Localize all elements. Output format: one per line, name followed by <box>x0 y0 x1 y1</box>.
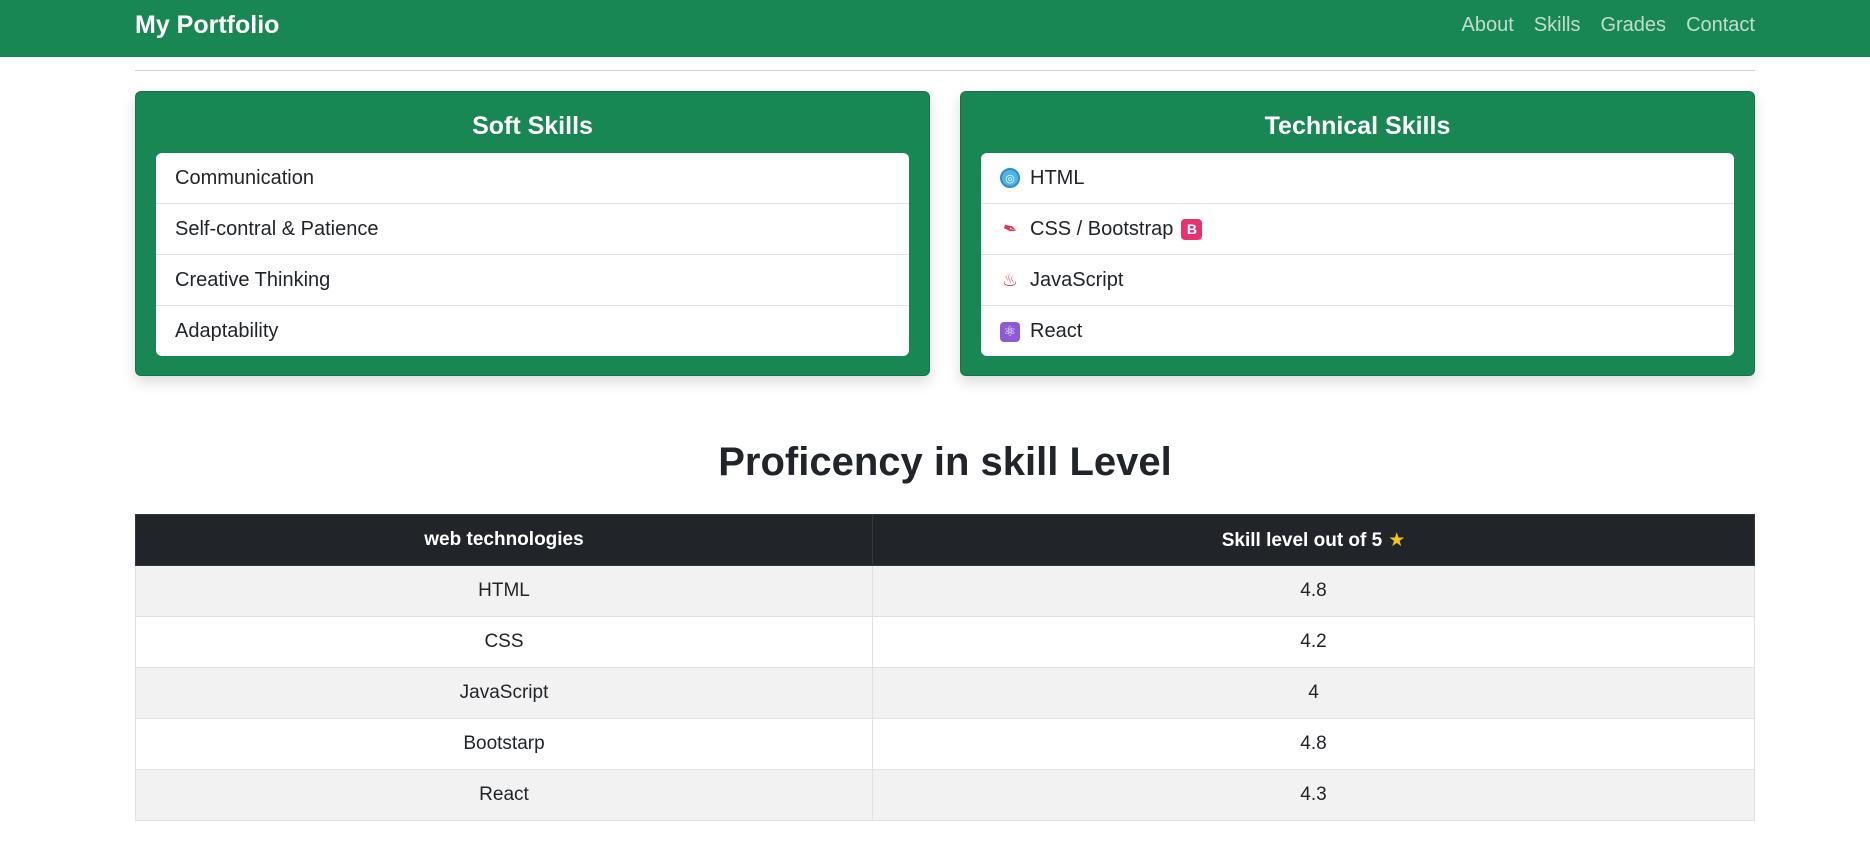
tech-skill-item: ⚛ React <box>981 306 1734 356</box>
tech-skill-label: HTML <box>1030 166 1085 189</box>
tech-skill-label: CSS / Bootstrap <box>1030 217 1174 240</box>
technology-cell: JavaScript <box>135 667 873 719</box>
nav-link-grades[interactable]: Grades <box>1600 14 1666 37</box>
table-row: JavaScript 4 <box>135 667 1755 719</box>
proficiency-title: Proficency in skill Level <box>718 440 1172 484</box>
paintbrush-icon: ✒ <box>999 216 1021 241</box>
tech-skill-label: React <box>1030 320 1083 342</box>
skill-level-cell: 4.2 <box>872 616 1755 668</box>
nav-links: About Skills Grades Contact <box>1462 0 1755 50</box>
star-icon: ★ <box>1388 529 1406 551</box>
technical-skills-card: Technical Skills ◎ HTML ✒ CSS / Bootstra… <box>960 91 1755 376</box>
soft-skills-title: Soft Skills <box>472 112 593 140</box>
tech-skill-item: ♨ JavaScript <box>981 255 1734 306</box>
soft-skills-card: Soft Skills Communication Self-contral &… <box>135 91 930 376</box>
technology-cell: HTML <box>135 565 873 617</box>
nav-link-contact[interactable]: Contact <box>1686 14 1755 37</box>
section-divider <box>135 70 1755 71</box>
table-row: HTML 4.8 <box>135 565 1755 617</box>
nav-link-skills[interactable]: Skills <box>1534 14 1581 37</box>
soft-skill-item: Adaptability <box>156 306 909 356</box>
skill-level-cell: 4.3 <box>872 769 1755 821</box>
skill-level-cell: 4.8 <box>872 718 1755 770</box>
technology-cell: CSS <box>135 616 873 668</box>
tech-skill-item: ✒ CSS / Bootstrap B <box>981 204 1734 255</box>
soft-skill-label: Communication <box>175 166 314 189</box>
table-row: React 4.3 <box>135 769 1755 821</box>
technical-skills-title: Technical Skills <box>1264 112 1451 140</box>
table-row: Bootstarp 4.8 <box>135 718 1755 770</box>
hot-springs-icon: ♨ <box>1001 269 1019 290</box>
table-row: CSS 4.2 <box>135 616 1755 668</box>
technical-skills-list: ◎ HTML ✒ CSS / Bootstrap B ♨ JavaScript … <box>981 153 1734 356</box>
soft-skill-item: Creative Thinking <box>156 255 909 306</box>
tech-skill-item: ◎ HTML <box>981 153 1734 204</box>
skill-level-cell: 4 <box>872 667 1755 719</box>
technology-cell: Bootstarp <box>135 718 873 770</box>
brand-link[interactable]: My Portfolio <box>135 0 279 50</box>
atom-icon: ⚛ <box>1000 321 1020 342</box>
soft-skill-item: Communication <box>156 153 909 204</box>
soft-skill-label: Creative Thinking <box>175 268 331 291</box>
soft-skill-label: Adaptability <box>175 320 279 342</box>
soft-skills-list: Communication Self-contral & Patience Cr… <box>156 153 909 356</box>
nav-link-about[interactable]: About <box>1462 14 1514 37</box>
proficiency-table: web technologies Skill level out of 5 ★ H… <box>135 514 1755 821</box>
tech-skill-label: JavaScript <box>1030 268 1124 291</box>
globe-icon: ◎ <box>1000 168 1020 188</box>
column-header-skill-level: Skill level out of 5 ★ <box>872 514 1755 566</box>
soft-skill-label: Self-contral & Patience <box>175 217 379 240</box>
technology-cell: React <box>135 769 873 821</box>
column-header-technology: web technologies <box>135 514 873 566</box>
table-header-row: web technologies Skill level out of 5 ★ <box>135 514 1755 566</box>
bootstrap-badge-icon: B <box>1181 218 1203 240</box>
skill-level-cell: 4.8 <box>872 565 1755 617</box>
soft-skill-item: Self-contral & Patience <box>156 204 909 255</box>
top-navbar: My Portfolio About Skills Grades Contact <box>0 0 1870 57</box>
